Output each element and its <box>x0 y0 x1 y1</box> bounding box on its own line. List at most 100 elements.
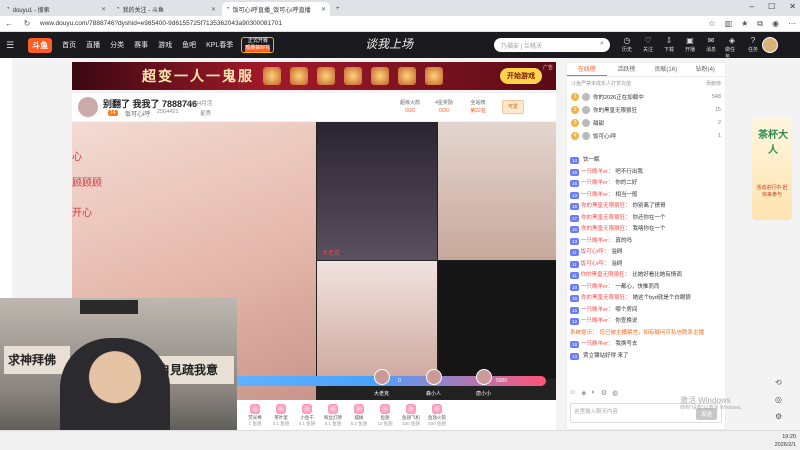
gift-item[interactable]: 茶叶蛋 0.1 鱼翅 <box>271 403 291 427</box>
tab-diamond-fans[interactable]: 钻粉(4) <box>686 63 726 76</box>
gift-item[interactable]: 摆摊 5.2 鱼翅 <box>349 403 369 427</box>
chat-username[interactable]: 一只晚羊er： <box>581 179 613 188</box>
gift-icon[interactable]: ◈ <box>581 389 586 397</box>
split-screen-icon[interactable]: ▥ <box>725 19 733 29</box>
chat-message[interactable]: 16 一只晚羊er： 哪个房间 <box>567 305 725 317</box>
gift-item[interactable]: 鱼翅 10 鱼翅 <box>375 403 395 427</box>
chat-message[interactable]: 16 你的黑皇无限狼狂： 我咯你在一个 <box>567 224 725 236</box>
pk-avatar[interactable] <box>374 369 390 385</box>
more-icon[interactable]: ⋯ <box>788 19 796 29</box>
rank-row[interactable]: 4 饭可心i呼 1 <box>567 129 725 142</box>
favorites-icon[interactable]: ★ <box>741 19 748 29</box>
douyu-logo[interactable]: 斗鱼 <box>28 37 53 53</box>
minimize-icon[interactable]: – <box>750 2 754 11</box>
profile-icon[interactable]: ◉ <box>772 19 779 29</box>
avatar[interactable] <box>762 37 778 53</box>
room-category[interactable]: 星秀 <box>200 109 211 117</box>
browser-tab-2[interactable]: ◔ 我的关注 - 斗鱼 ✕ <box>112 2 220 16</box>
search-input[interactable]: 乃福安 | 兰桃沃 ⌕ <box>494 38 610 52</box>
star-reward-card[interactable]: 4星奖励 0/20 <box>430 99 458 116</box>
super-rocket-card[interactable]: 超级火箭 0/20 <box>396 99 424 116</box>
nav-games[interactable]: 游戏 <box>158 40 172 50</box>
side-promo-banner[interactable]: 茶杯大人 活动进行中 赶快来参与 <box>752 118 792 220</box>
chat-message[interactable]: 11 你的黑皇无限狼狂： 比她好看比她有情调 <box>567 270 725 282</box>
task-button[interactable]: ? 任务 <box>746 36 760 60</box>
emoji-icon[interactable]: ☺ <box>569 389 576 397</box>
tab-contribution[interactable]: 贡献(16) <box>646 63 686 76</box>
rank-row[interactable]: 2 你的黑皇无限狼狂 15 <box>567 103 725 116</box>
close-window-icon[interactable]: ✕ <box>789 2 796 11</box>
chat-message[interactable]: 13 一只晚羊er： 相当一般 <box>567 190 725 202</box>
chat-message[interactable]: 16 一只晚羊er： 你的二好 <box>567 178 725 190</box>
tab-online-rank[interactable]: 在线榜 <box>567 63 607 76</box>
rank-hint-right[interactable]: 贡献榜 <box>706 80 721 87</box>
do-task-button[interactable]: ◈ 做任务 <box>725 36 739 60</box>
chat-username[interactable]: 一只晚羊er： <box>581 340 613 349</box>
chat-username[interactable]: 饭可心i呼： <box>581 260 610 269</box>
chat-message[interactable]: 16 你的黑皇无限狼狂： 你别离了撩哥 <box>567 201 725 213</box>
start-live-button[interactable]: ▣ 开播 <box>683 36 697 60</box>
chat-username[interactable]: 你的黑皇无限狼狂： <box>581 225 631 234</box>
messages-button[interactable]: ✉ 消息 <box>704 36 718 60</box>
chat-message[interactable]: 13 贾立镶站好得 来了 <box>567 351 725 363</box>
pk-avatar[interactable] <box>426 369 442 385</box>
chat-username[interactable]: 饭可心i呼： <box>581 248 610 257</box>
nav-live[interactable]: 直播 <box>86 40 100 50</box>
history-icon[interactable]: ⟲ <box>775 378 782 387</box>
chat-message[interactable]: 12 一只晚羊er： 你查换说 <box>567 316 725 328</box>
rank-row[interactable]: 3 甜甜 2 <box>567 116 725 129</box>
close-icon[interactable]: ✕ <box>101 6 106 13</box>
chat-message[interactable]: 18 一只晚羊er： 吧不行出我 <box>567 167 725 179</box>
refresh-icon[interactable]: ↻ <box>22 19 32 28</box>
favorite-icon[interactable]: ☆ <box>708 19 715 29</box>
target-icon[interactable]: ◎ <box>775 395 782 404</box>
streamer-name[interactable]: 饭可心i呼 <box>125 109 150 118</box>
browser-tab-1[interactable]: ◔ douyu1 - 搜索 ✕ <box>2 2 110 16</box>
collections-icon[interactable]: ⧉ <box>757 19 763 29</box>
taskbar-clock[interactable]: 19:20 2026/2/1 <box>775 433 796 449</box>
chat-username[interactable]: 系统提示： <box>570 329 598 338</box>
event-badge[interactable]: 正式开赛 观赛抽好礼 <box>241 37 275 53</box>
chat-message[interactable]: 11 饭可心i呼： 溢碍 <box>567 259 725 271</box>
menu-icon[interactable]: ☰ <box>6 40 14 51</box>
chat-username[interactable]: 一只晚羊er： <box>581 168 613 177</box>
gift-item[interactable]: 鱼翅飞机 100 鱼翅 <box>401 403 421 427</box>
gear-icon[interactable]: ⚙ <box>775 412 782 421</box>
nav-match[interactable]: 赛事 <box>134 40 148 50</box>
settings-icon[interactable]: ⚙ <box>601 389 607 397</box>
nav-yuba[interactable]: 鱼吧 <box>182 40 196 50</box>
chat-username[interactable]: 你的黑皇无限狼狂： <box>581 294 631 303</box>
chat-message[interactable]: 17 你的黑皇无限狼狂： 你还你在一个 <box>567 213 725 225</box>
tab-active-rank[interactable]: 活跃榜 <box>607 63 647 76</box>
chat-username[interactable]: 你的黑皇无限狼狂： <box>581 202 631 211</box>
color-icon[interactable]: ◐ <box>592 389 596 397</box>
ad-banner[interactable]: 超变一人一鬼服 开始游戏 广告 <box>72 62 556 90</box>
nav-home[interactable]: 首页 <box>62 40 76 50</box>
follow-list-button[interactable]: ♡ 关注 <box>641 36 655 60</box>
close-icon[interactable]: ✕ <box>321 6 326 13</box>
chat-message[interactable]: 14 饮一眠 <box>567 155 725 167</box>
chat-username[interactable]: 一只晚羊er： <box>581 237 613 246</box>
chat-message[interactable]: 11 饭可心i呼： 溢碍 <box>567 247 725 259</box>
chat-message[interactable]: 10 一只晚羊er： 一都心，快推而而 <box>567 282 725 294</box>
close-icon[interactable]: ✕ <box>211 6 216 13</box>
maximize-icon[interactable]: ☐ <box>768 2 775 11</box>
chat-username[interactable]: 一只晚羊er： <box>581 306 613 315</box>
chat-username[interactable]: 你的黑皇无限狼狂： <box>581 214 631 223</box>
site-rank-card[interactable]: 全站榜 第22名 <box>464 99 492 116</box>
rank-row[interactable]: 1 你的2026正在加载中 548 <box>567 90 725 103</box>
streamer-avatar[interactable] <box>78 97 98 117</box>
gift-item[interactable]: 粉丝灯牌 0.1 鱼翅 <box>323 403 343 427</box>
chat-message[interactable]: 系统提示： 您已被主播禁言，如有疑问可私信联系主播 <box>567 328 725 340</box>
follow-button[interactable]: 可爱 <box>502 100 524 114</box>
pk-avatar[interactable] <box>476 369 492 385</box>
chat-username[interactable]: 你的黑皇无限狼狂： <box>581 271 631 280</box>
url-field[interactable]: www.douyu.com/7888746?dyshid=e985400-9d6… <box>40 20 282 27</box>
history-button[interactable]: ◷ 历史 <box>620 36 634 60</box>
search-icon[interactable]: ⌕ <box>600 40 604 48</box>
back-icon[interactable]: ← <box>4 19 14 28</box>
nav-kpl[interactable]: KPL春季 <box>206 40 233 50</box>
chat-username[interactable]: 一只晚羊er： <box>581 317 613 326</box>
chat-message[interactable]: 13 一只晚羊er： 真的吗 <box>567 236 725 248</box>
chat-message[interactable]: 18 一只晚羊er： 我换号去 <box>567 339 725 351</box>
